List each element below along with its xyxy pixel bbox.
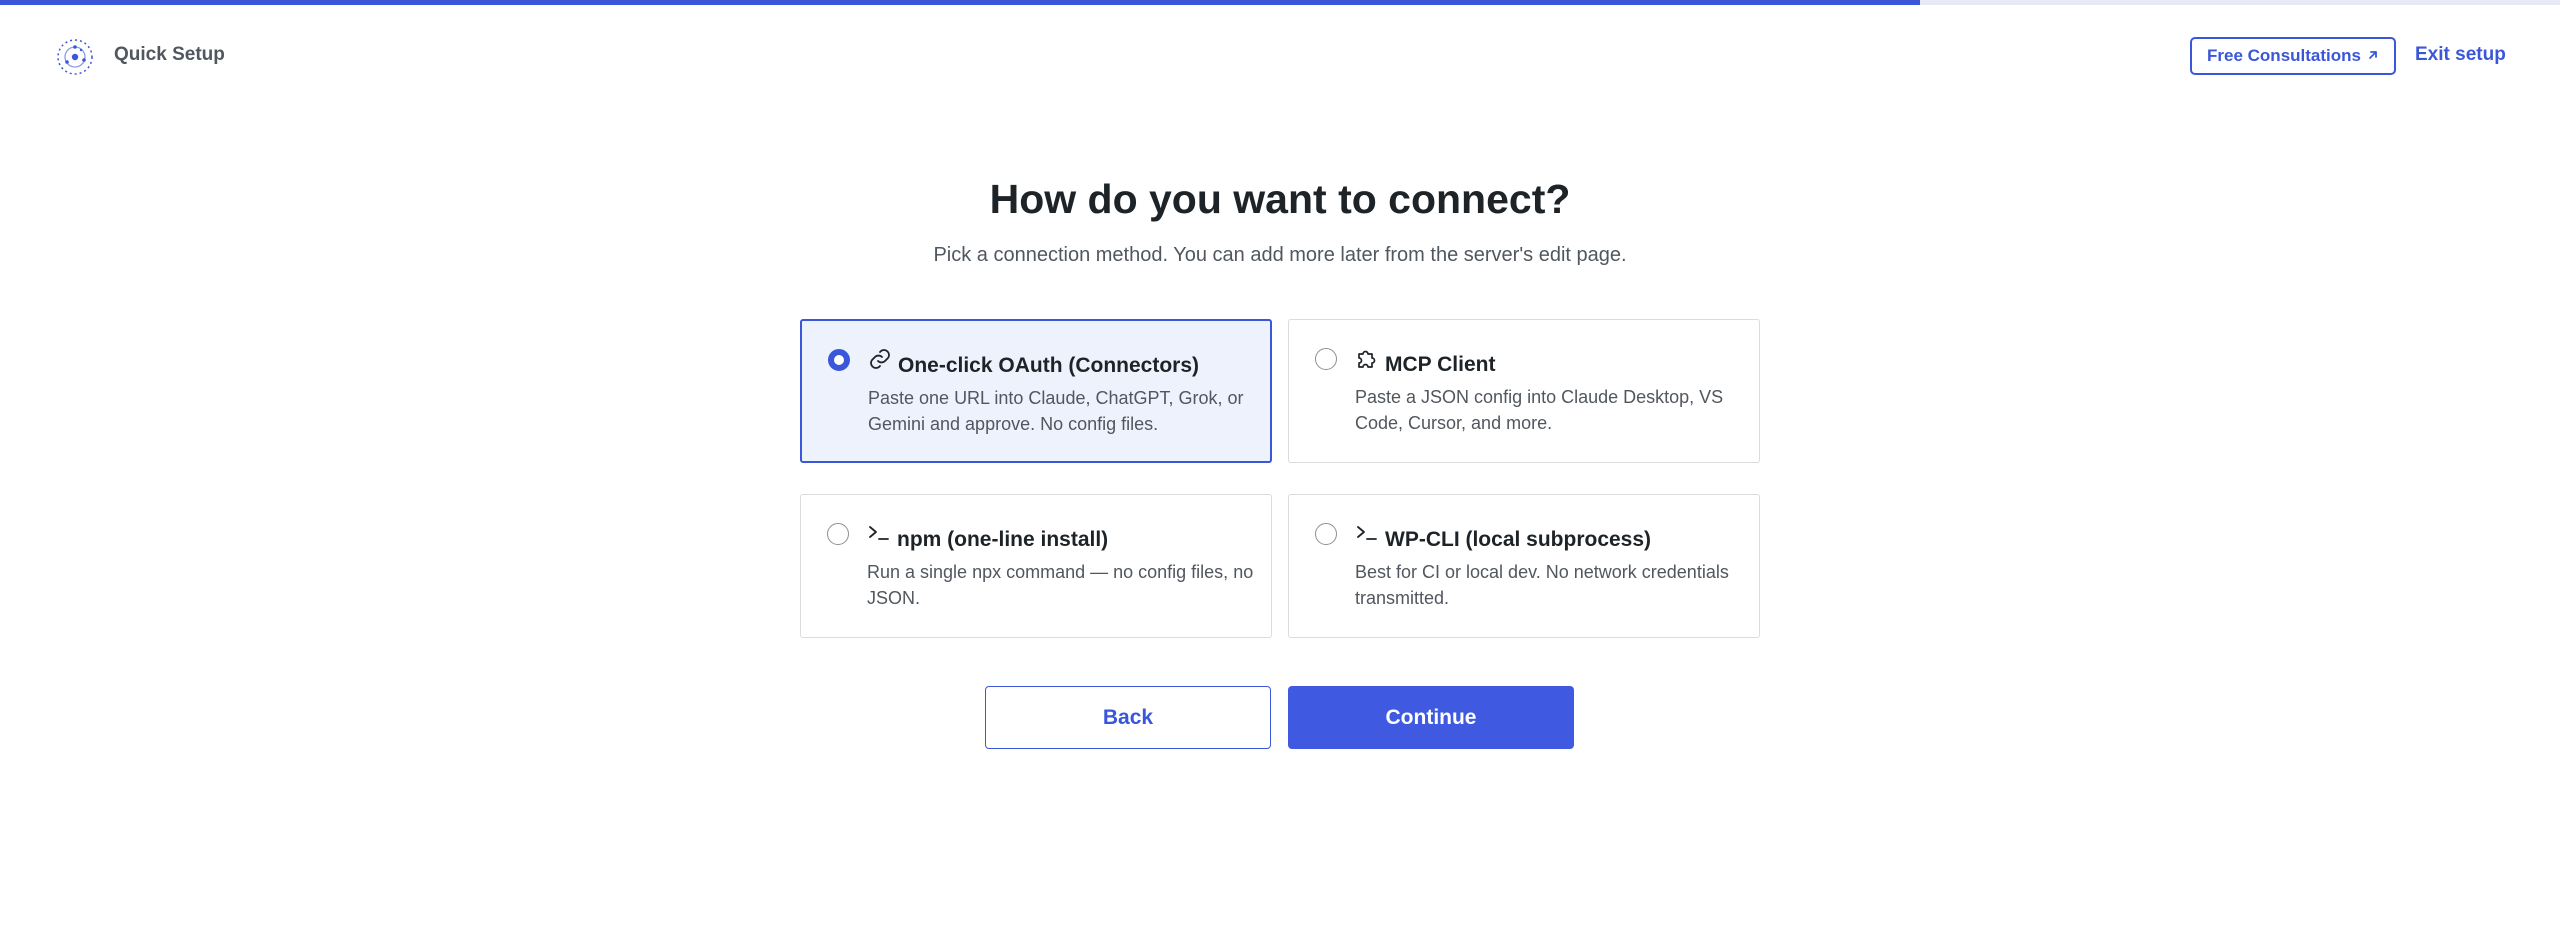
option-title: One-click OAuth (Connectors)	[898, 354, 1200, 377]
option-card-npm[interactable]: npm (one-line install) Run a single npx …	[800, 494, 1272, 638]
option-description: Paste a JSON config into Claude Desktop,…	[1355, 387, 1724, 433]
free-consultations-label: Free Consultations	[2207, 46, 2361, 65]
option-card-oauth[interactable]: One-click OAuth (Connectors) Paste one U…	[800, 319, 1272, 463]
page-title: How do you want to connect?	[989, 176, 1571, 222]
top-bar: Quick Setup Free Consultations Exit setu…	[0, 0, 2560, 115]
radio-button[interactable]	[1315, 348, 1337, 370]
back-button[interactable]: Back	[985, 686, 1271, 749]
option-card-wp-cli[interactable]: WP-CLI (local subprocess) Best for CI or…	[1288, 494, 1760, 638]
continue-button[interactable]: Continue	[1288, 686, 1574, 749]
option-title: npm (one-line install)	[897, 528, 1109, 551]
option-description: Paste one URL into Claude, ChatGPT, Grok…	[868, 388, 1244, 434]
option-description: Best for CI or local dev. No network cre…	[1355, 562, 1729, 608]
option-description: Run a single npx command — no config fil…	[867, 562, 1254, 608]
page-subtitle: Pick a connection method. You can add mo…	[933, 244, 1627, 266]
radio-button[interactable]	[828, 349, 850, 371]
option-title: MCP Client	[1385, 353, 1496, 376]
radio-button[interactable]	[827, 523, 849, 545]
logo-icon	[56, 38, 94, 76]
free-consultations-button[interactable]: Free Consultations	[2190, 37, 2396, 75]
radio-button[interactable]	[1315, 523, 1337, 545]
puzzle-icon	[1355, 346, 1379, 370]
link-icon	[868, 347, 892, 371]
app-title: Quick Setup	[114, 44, 225, 65]
external-arrow-icon	[2367, 46, 2379, 66]
terminal-icon	[1355, 521, 1379, 545]
option-title: WP-CLI (local subprocess)	[1385, 528, 1652, 551]
terminal-icon	[867, 521, 891, 545]
option-card-mcp-client[interactable]: MCP Client Paste a JSON config into Clau…	[1288, 319, 1760, 463]
exit-setup-link[interactable]: Exit setup	[2415, 44, 2506, 66]
